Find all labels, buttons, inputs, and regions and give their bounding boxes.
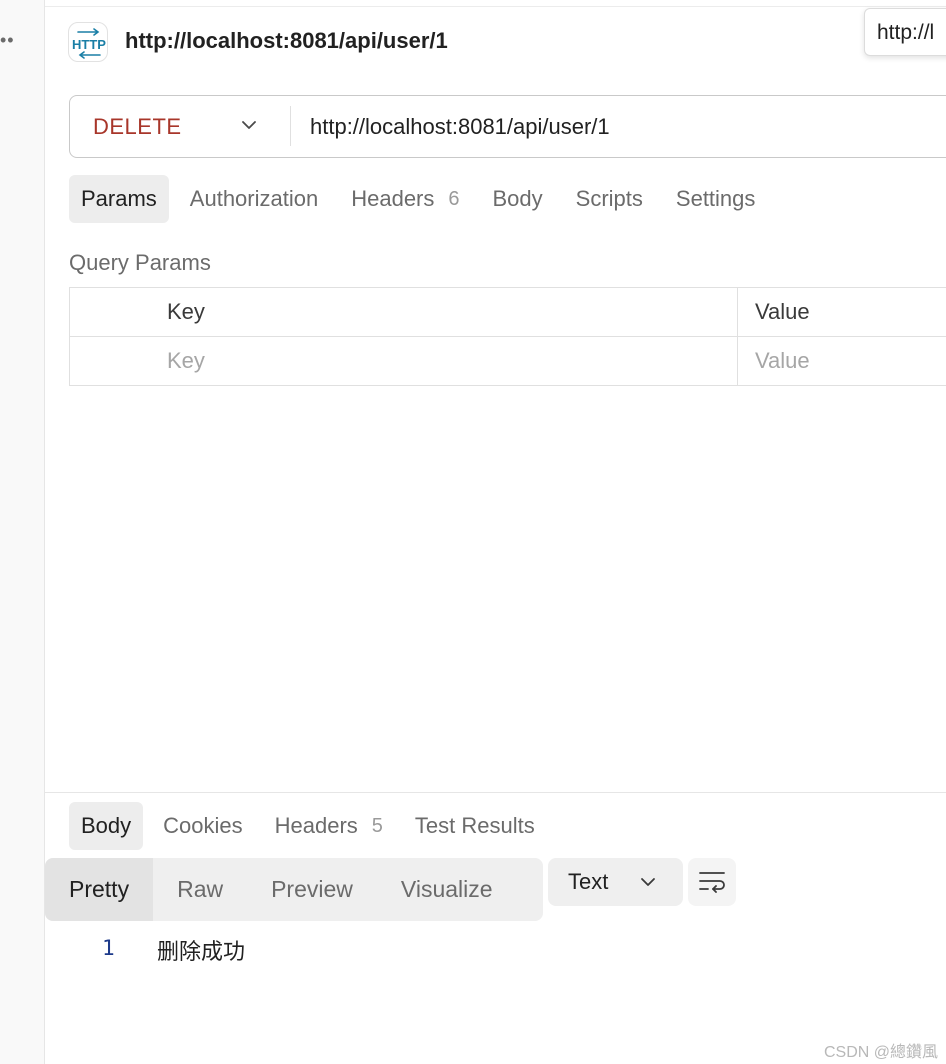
tab-count-badge: 5	[371, 814, 383, 837]
table-row: Key Value	[69, 336, 946, 386]
value-input[interactable]: Value	[737, 336, 946, 386]
response-tabs: Body Cookies Headers 5 Test Results	[69, 802, 555, 850]
tab-label: Authorization	[189, 186, 319, 211]
http-icon: HTTP	[68, 22, 108, 62]
url-bar: DELETE http://localhost:8081/api/user/1	[69, 95, 946, 158]
response-tab-headers[interactable]: Headers 5	[263, 802, 395, 850]
tab-settings[interactable]: Settings	[664, 175, 768, 223]
top-divider	[45, 6, 946, 7]
tab-label: Settings	[675, 186, 756, 211]
more-dots-icon[interactable]: ••	[0, 30, 15, 50]
response-tab-test-results[interactable]: Test Results	[403, 802, 547, 850]
line-number: 1	[102, 936, 115, 960]
tab-count-badge: 6	[448, 187, 460, 210]
response-tab-body[interactable]: Body	[69, 802, 144, 850]
format-visualize[interactable]: Visualize	[377, 858, 517, 921]
chevron-down-icon[interactable]	[240, 118, 258, 132]
response-tab-cookies[interactable]: Cookies	[151, 802, 254, 850]
response-body-line: 删除成功	[157, 939, 246, 964]
tab-scripts[interactable]: Scripts	[564, 175, 655, 223]
tab-label: Body	[492, 186, 543, 211]
tab-label: Body	[81, 813, 132, 838]
key-input[interactable]: Key	[69, 336, 738, 386]
format-raw[interactable]: Raw	[153, 858, 247, 921]
response-divider[interactable]	[45, 792, 946, 793]
left-sidebar-strip: ••	[0, 0, 45, 1064]
request-tabs: Params Authorization Headers 6 Body Scrip…	[69, 175, 776, 223]
format-pretty[interactable]: Pretty	[45, 858, 154, 921]
wrap-text-icon	[699, 872, 725, 893]
url-tooltip: http://l	[864, 8, 946, 56]
key-column-header: Key	[69, 287, 738, 337]
url-input[interactable]: http://localhost:8081/api/user/1	[310, 114, 910, 140]
tab-params[interactable]: Params	[69, 175, 169, 223]
query-params-table: Key Value Key Value	[69, 287, 946, 386]
tab-label: Headers	[274, 813, 358, 838]
watermark: CSDN @總鑽風	[824, 1044, 939, 1061]
chevron-down-icon	[641, 878, 655, 886]
tab-headers[interactable]: Headers 6	[339, 175, 471, 223]
tab-body[interactable]: Body	[481, 175, 555, 223]
tab-label: Scripts	[575, 186, 643, 211]
url-divider	[290, 106, 291, 146]
tab-authorization[interactable]: Authorization	[178, 175, 330, 223]
method-selector[interactable]: DELETE	[93, 114, 182, 140]
wrap-text-button[interactable]	[688, 858, 736, 906]
tab-label: Test Results	[414, 813, 535, 838]
query-params-heading: Query Params	[69, 250, 211, 275]
format-preview[interactable]: Preview	[247, 858, 377, 921]
response-type-select[interactable]: Text	[548, 858, 683, 906]
tab-label: Cookies	[163, 813, 243, 838]
table-header-row: Key Value	[69, 287, 946, 337]
request-title[interactable]: http://localhost:8081/api/user/1	[125, 28, 448, 54]
response-format-group: Pretty Raw Preview Visualize	[45, 858, 543, 921]
response-type-label: Text	[568, 869, 609, 894]
tab-label: Params	[81, 186, 157, 211]
svg-text:HTTP: HTTP	[72, 37, 106, 52]
tab-label: Headers	[351, 186, 435, 211]
value-column-header: Value	[737, 287, 946, 337]
